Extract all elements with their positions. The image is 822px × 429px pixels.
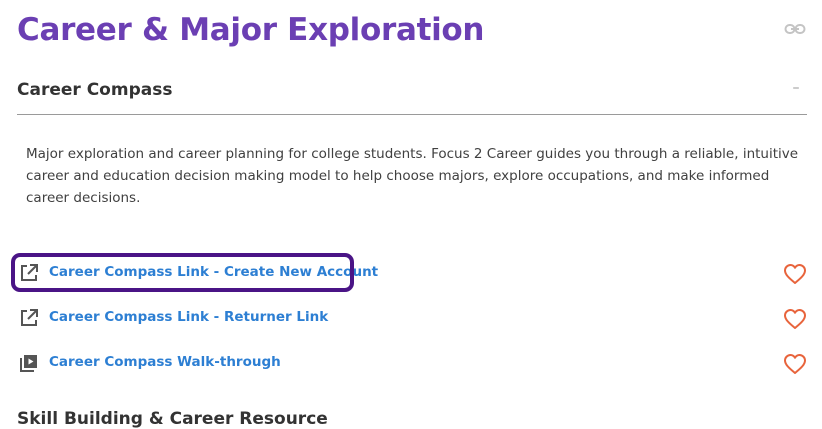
external-link-icon	[21, 264, 38, 281]
heart-outline-icon[interactable]	[783, 262, 807, 286]
external-link-icon	[21, 309, 38, 326]
resource-item-returner: Career Compass Link - Returner Link	[17, 306, 807, 332]
resource-item-walkthrough: Career Compass Walk-through	[17, 351, 807, 377]
section-divider	[17, 114, 807, 115]
heart-outline-icon[interactable]	[783, 307, 807, 331]
collapse-toggle[interactable]: –	[789, 80, 803, 100]
create-account-link[interactable]: Career Compass Link - Create New Account	[49, 264, 378, 280]
next-section-title: Skill Building & Career Resource	[17, 409, 328, 429]
page-title: Career & Major Exploration	[17, 12, 485, 48]
walkthrough-link[interactable]: Career Compass Walk-through	[49, 354, 281, 370]
section-title: Career Compass	[17, 80, 173, 100]
link-icon[interactable]	[784, 22, 806, 36]
section-description: Major exploration and career planning fo…	[26, 146, 799, 206]
video-playlist-icon	[20, 355, 37, 372]
heart-outline-icon[interactable]	[783, 352, 807, 376]
resource-item-create-account: Career Compass Link - Create New Account	[17, 261, 807, 287]
returner-link[interactable]: Career Compass Link - Returner Link	[49, 309, 328, 325]
